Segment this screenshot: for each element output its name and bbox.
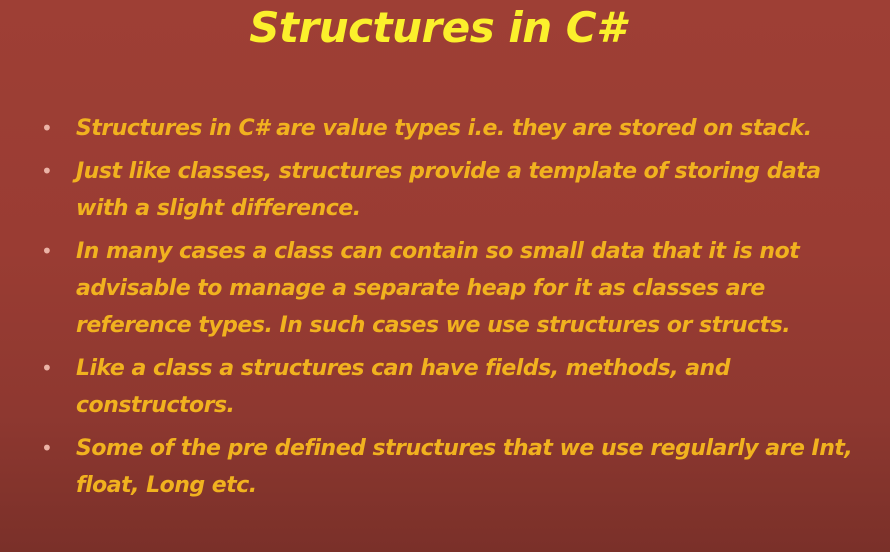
bullet-text: Just like classes, structures provide a … xyxy=(76,159,821,221)
bullet-icon: • xyxy=(41,159,53,183)
bullet-text: Like a class a structures can have field… xyxy=(76,356,730,418)
bullet-icon: • xyxy=(41,239,53,263)
bullet-item: • In many cases a class can contain so s… xyxy=(40,233,870,344)
slide: Structures in C# • Structures in C# are … xyxy=(0,0,890,552)
bullet-icon: • xyxy=(41,356,53,380)
bullet-text: Some of the pre defined structures that … xyxy=(76,436,853,498)
bullet-icon: • xyxy=(41,436,53,460)
bullet-text: Structures in C# are value types i.e. th… xyxy=(76,116,812,141)
bullet-text: In many cases a class can contain so sma… xyxy=(76,239,800,338)
bullet-item: • Just like classes, structures provide … xyxy=(40,153,870,227)
bullet-item: • Structures in C# are value types i.e. … xyxy=(40,110,870,147)
bullet-list: • Structures in C# are value types i.e. … xyxy=(40,110,870,510)
bullet-item: • Like a class a structures can have fie… xyxy=(40,350,870,424)
bullet-icon: • xyxy=(41,116,53,140)
bullet-item: • Some of the pre defined structures tha… xyxy=(40,430,870,504)
slide-title: Structures in C# xyxy=(249,3,625,52)
